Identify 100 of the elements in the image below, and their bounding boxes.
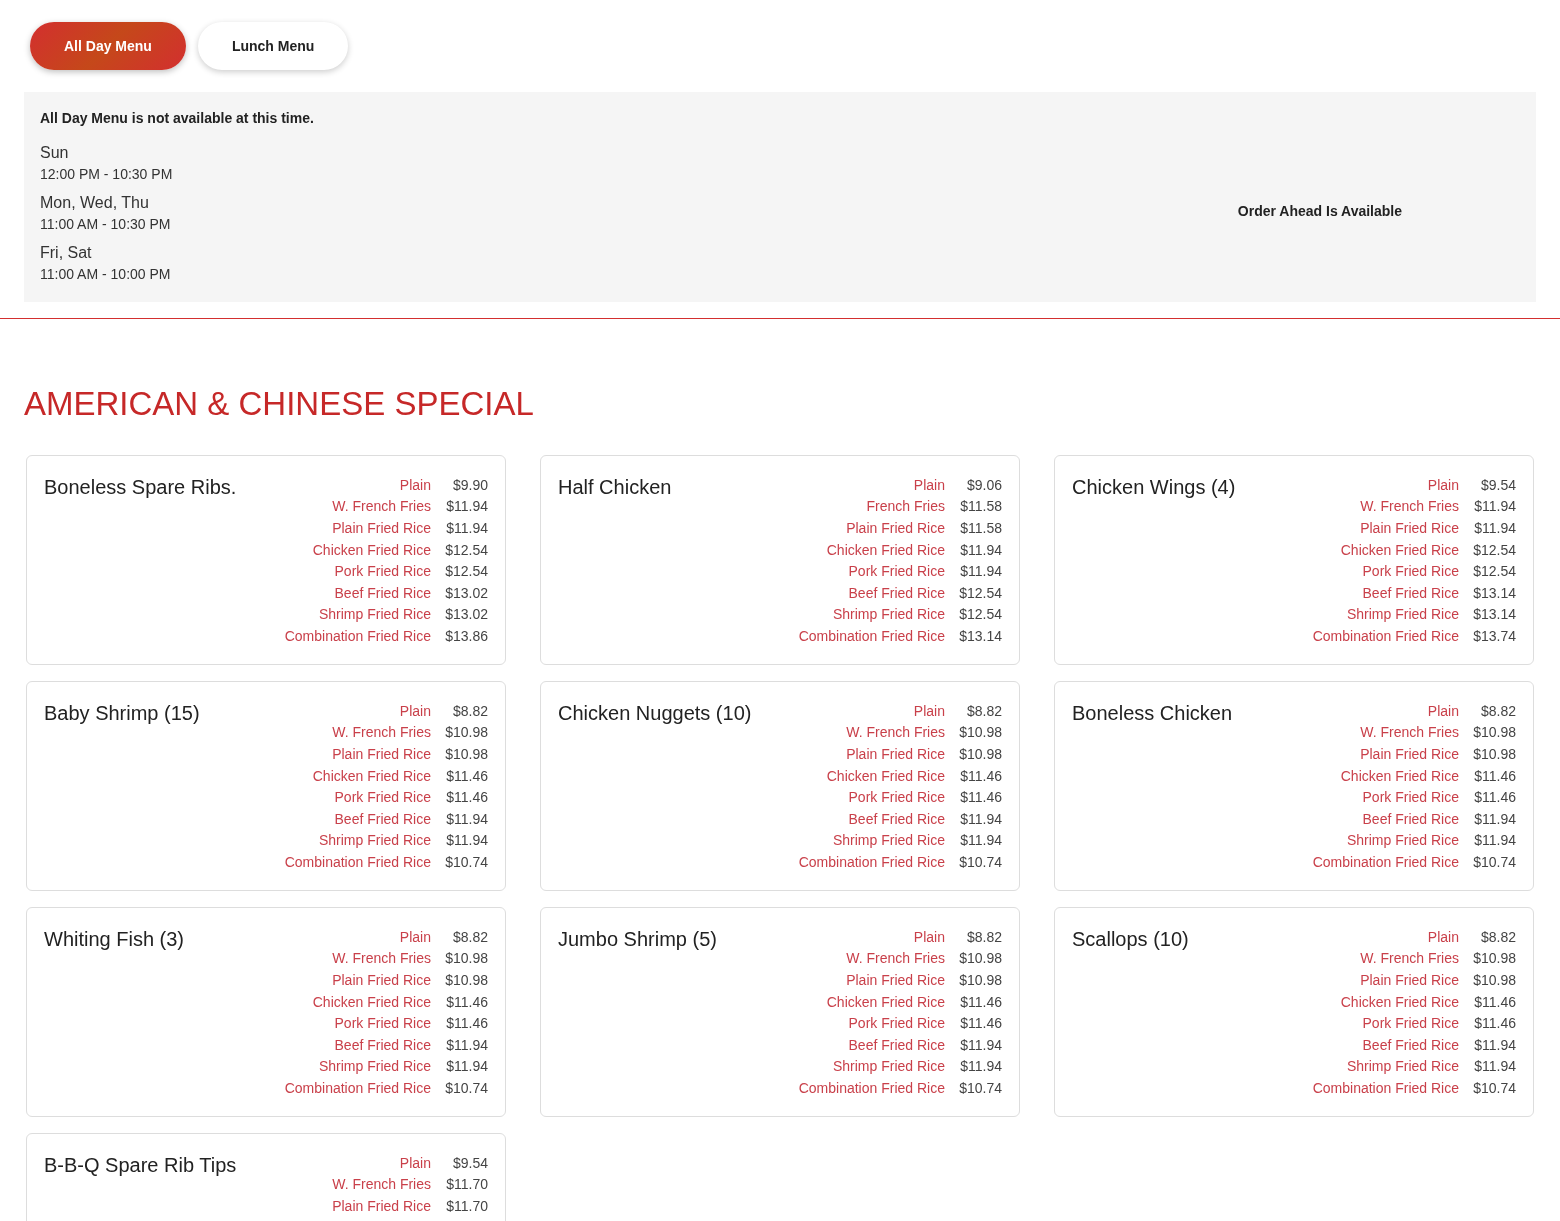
option-label: Beef Fried Rice: [848, 1036, 945, 1053]
option-label: Shrimp Fried Rice: [318, 832, 431, 849]
option-label: Chicken Fried Rice: [312, 767, 431, 784]
option-price: $9.54: [451, 1154, 488, 1171]
days-label: Sun: [40, 144, 70, 162]
option-price: $9.06: [965, 476, 1002, 493]
option-label: Chicken Fried Rice: [312, 541, 431, 558]
option-price: $11.94: [445, 1058, 488, 1075]
option-label: French Fries: [866, 498, 945, 515]
option-price: $11.94: [445, 520, 488, 536]
option-price: $12.54: [959, 606, 1002, 623]
option-label: Plain Fried Rice: [846, 520, 945, 536]
option-price: $11.46: [1473, 993, 1516, 1010]
option-label: Shrimp Fried Rice: [1346, 606, 1459, 623]
option-price: $12.54: [445, 563, 488, 580]
option-label: Combination Fried Rice: [798, 853, 945, 870]
option-label: W. French Fries: [846, 950, 945, 967]
menu-item-card[interactable]: [1054, 681, 1534, 891]
menu-item-card[interactable]: B-B-Q Spare Rib Tips Plain $9.54 W. French Fries $11.70 Plain Fried Rice $11.70: [26, 1133, 506, 1221]
option-label: Combination Fried Rice: [284, 627, 431, 644]
option-price: $13.74: [1473, 627, 1516, 644]
option-label: W. French Fries: [332, 950, 431, 967]
option-label: Plain: [913, 476, 945, 493]
item-name: Scallops (10): [1072, 928, 1189, 952]
option-label: Plain: [399, 1154, 431, 1171]
option-price: $11.94: [445, 498, 488, 515]
option-price: $11.70: [445, 1198, 488, 1214]
option-label: Combination Fried Rice: [1312, 853, 1459, 870]
option-price: $10.98: [445, 724, 488, 741]
option-price: $8.82: [965, 928, 1002, 945]
menu-item-card[interactable]: [540, 907, 1020, 1117]
option-price: $11.94: [959, 563, 1002, 580]
option-label: Beef Fried Rice: [848, 810, 945, 827]
menu-item-card[interactable]: [1054, 455, 1534, 665]
option-label: Plain: [1427, 928, 1459, 945]
menu-tab[interactable]: Lunch Menu: [197, 22, 349, 70]
option-price: $10.98: [1473, 972, 1516, 988]
option-label: Plain Fried Rice: [846, 972, 945, 988]
option-price: $12.54: [1473, 563, 1516, 580]
option-label: Plain Fried Rice: [332, 972, 431, 988]
option-label: Chicken Fried Rice: [1340, 767, 1459, 784]
option-price: $11.94: [1473, 1058, 1516, 1075]
option-label: W. French Fries: [846, 724, 945, 741]
hours-label: 12:00 PM - 10:30 PM: [40, 166, 174, 182]
item-name: Boneless Spare Ribs.: [44, 476, 237, 500]
option-label: W. French Fries: [332, 724, 431, 741]
option-price: $8.82: [1479, 928, 1516, 945]
option-label: Chicken Fried Rice: [312, 993, 431, 1010]
item-name: Chicken Nuggets (10): [558, 702, 752, 726]
option-label: Plain: [399, 928, 431, 945]
option-price: $11.94: [959, 810, 1002, 827]
option-label: Chicken Fried Rice: [826, 767, 945, 784]
option-price: $10.98: [959, 746, 1002, 762]
option-price: $8.82: [965, 702, 1002, 719]
option-label: Combination Fried Rice: [1312, 1079, 1459, 1096]
hours-label: 11:00 AM - 10:00 PM: [40, 266, 172, 282]
option-label: Chicken Fried Rice: [826, 993, 945, 1010]
option-price: $10.98: [445, 972, 488, 988]
menu-item-card[interactable]: Scallops (10) Plain $8.82 W. French Fries $10.98 Plain Fried Rice $10.98 Chicken Fried Rice $11.46 Pork Fried Rice $11.46 Beef Fried Rice $11.94 Shrimp Fried Rice $11.94 Combination Fried Rice $10.74: [1054, 907, 1534, 1117]
option-price: $11.94: [959, 1036, 1002, 1053]
option-price: $11.46: [445, 993, 488, 1010]
option-label: Plain: [913, 702, 945, 719]
option-price: $11.94: [959, 832, 1002, 849]
option-label: Pork Fried Rice: [1362, 789, 1459, 806]
option-price: $12.54: [959, 584, 1002, 601]
option-price: $10.74: [1473, 853, 1516, 870]
menu-item-card[interactable]: [26, 907, 506, 1117]
option-price: $8.82: [1479, 702, 1516, 719]
option-price: $11.58: [959, 520, 1002, 536]
option-price: $11.70: [445, 1176, 488, 1193]
option-label: Combination Fried Rice: [798, 1079, 945, 1096]
menu-item-card[interactable]: [26, 455, 506, 665]
option-price: $8.82: [451, 702, 488, 719]
option-label: Shrimp Fried Rice: [1346, 832, 1459, 849]
option-label: Plain: [1427, 476, 1459, 493]
menu-tab[interactable]: All Day Menu: [30, 22, 186, 70]
item-name: Jumbo Shrimp (5): [558, 928, 717, 952]
option-price: $9.54: [1479, 476, 1516, 493]
option-price: $11.46: [959, 767, 1002, 784]
menu-item-card[interactable]: [540, 681, 1020, 891]
option-price: $11.94: [1473, 520, 1516, 536]
option-price: $10.98: [1473, 746, 1516, 762]
option-label: W. French Fries: [1360, 498, 1459, 515]
option-label: Combination Fried Rice: [798, 627, 945, 644]
option-price: $11.94: [959, 1058, 1002, 1075]
option-price: $10.98: [445, 746, 488, 762]
availability-notice: All Day Menu is not available at this time.: [40, 110, 314, 126]
option-label: Shrimp Fried Rice: [318, 1058, 431, 1075]
option-label: Pork Fried Rice: [334, 563, 431, 580]
option-price: $10.74: [445, 853, 488, 870]
option-label: Plain: [399, 476, 431, 493]
menu-item-card[interactable]: [26, 681, 506, 891]
order-ahead-label: Order Ahead Is Available: [1237, 203, 1402, 219]
hours-label: 11:00 AM - 10:30 PM: [40, 216, 172, 232]
option-price: $11.94: [445, 810, 488, 827]
option-label: Shrimp Fried Rice: [1346, 1058, 1459, 1075]
option-label: Beef Fried Rice: [848, 584, 945, 601]
option-price: $11.94: [1473, 832, 1516, 849]
item-name: Whiting Fish (3): [44, 928, 185, 952]
menu-item-card[interactable]: Half Chicken Plain $9.06 French Fries $11.58 Plain Fried Rice $11.58 Chicken Fried Rice $11.94 Pork Fried Rice $11.94 Beef Fried Rice $12.54 Shrimp Fried Rice $12.54 Combination Fried Rice $13.14: [540, 455, 1020, 665]
